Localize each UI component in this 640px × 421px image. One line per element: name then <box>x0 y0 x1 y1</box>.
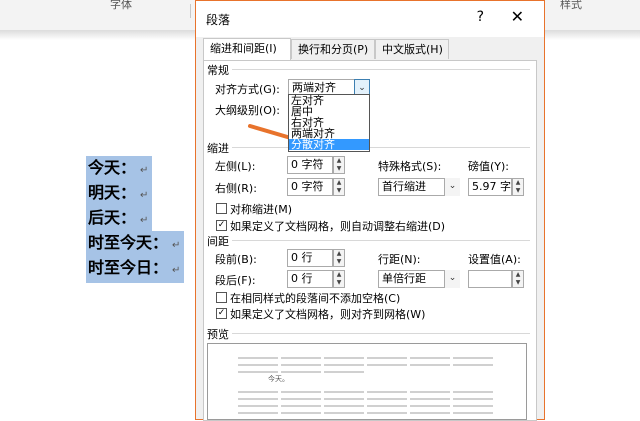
space-after-input[interactable]: 0 行 <box>287 270 333 288</box>
line-spacing-value: 单倍行距 <box>382 272 426 285</box>
space-before-spinner[interactable]: ▲ ▼ <box>333 249 345 267</box>
ribbon-separator <box>190 4 191 18</box>
document-line[interactable]: 时至今天： ↵ <box>86 231 185 258</box>
paragraph-preview: 今天。 <box>207 343 527 420</box>
document-line[interactable]: 后天： ↵ <box>86 206 184 233</box>
close-button[interactable]: ✕ <box>511 7 524 26</box>
right-indent-input[interactable]: 0 字符 <box>287 178 333 196</box>
dropdown-option-distributed[interactable]: 分散对齐 <box>289 139 369 150</box>
align-label: 对齐方式(G): <box>215 83 280 96</box>
preview-line <box>238 412 498 419</box>
document-line[interactable]: 时至今日： ↵ <box>86 256 185 283</box>
section-divider <box>232 240 530 241</box>
section-indent-heading: 缩进 <box>207 142 229 155</box>
preview-line <box>238 350 498 359</box>
auto-adjust-indent-checkbox[interactable]: ✓ <box>216 220 227 231</box>
preview-line <box>238 405 498 414</box>
ribbon-group-styles: 样式 <box>560 0 582 11</box>
alignment-dropdown-list: 左对齐 居中 右对齐 两端对齐 分散对齐 <box>288 94 370 152</box>
dialog-title: 段落 <box>206 13 231 27</box>
paragraph-mark: ↵ <box>172 240 181 251</box>
tab-asian-typography[interactable]: 中文版式(H) <box>375 39 449 59</box>
help-button[interactable]: ? <box>477 9 484 25</box>
spacing-at-label: 设置值(A): <box>468 253 521 266</box>
no-space-same-style-label: 在相同样式的段落间不添加空格(C) <box>230 292 401 305</box>
section-general-heading: 常规 <box>207 64 229 77</box>
line-spacing-label: 行距(N): <box>378 253 421 266</box>
measure-spinner[interactable]: ▲ ▼ <box>512 178 524 196</box>
chevron-down-icon[interactable]: ⌄ <box>444 178 460 196</box>
section-divider <box>232 69 530 70</box>
spacing-at-input[interactable] <box>468 270 512 288</box>
paragraph-mark: ↵ <box>172 265 181 276</box>
preview-sample-text: 今天。 <box>268 375 289 383</box>
section-preview-heading: 预览 <box>207 328 229 341</box>
preview-line <box>238 357 498 366</box>
preview-line <box>238 398 498 407</box>
alignment-select-value: 两端对齐 <box>292 81 336 94</box>
right-indent-spinner[interactable]: ▲ ▼ <box>333 178 345 196</box>
section-spacing-heading: 间距 <box>207 235 229 248</box>
special-format-label: 特殊格式(S): <box>378 160 442 173</box>
preview-line <box>238 391 498 400</box>
special-format-value: 首行缩进 <box>382 180 426 193</box>
preview-line <box>238 364 498 373</box>
spacing-at-spinner[interactable]: ▲ ▼ <box>512 270 524 288</box>
mirror-indents-checkbox[interactable] <box>216 203 227 214</box>
dialog-titlebar[interactable]: 段落 ? ✕ <box>196 1 544 37</box>
document-line[interactable]: 今天： ↵ <box>86 156 184 183</box>
outline-level-label: 大纲级别(O): <box>215 104 280 117</box>
space-before-input[interactable]: 0 行 <box>287 249 333 267</box>
left-indent-spinner[interactable]: ▲ ▼ <box>333 156 345 174</box>
ribbon-group-font: 字体 <box>110 0 132 11</box>
section-divider <box>232 333 530 334</box>
snap-to-grid-checkbox[interactable]: ✓ <box>216 308 227 319</box>
no-space-same-style-checkbox[interactable] <box>216 292 227 303</box>
section-divider <box>232 147 530 148</box>
preview-line <box>238 384 498 393</box>
measure-input[interactable]: 5.97 字 <box>468 178 512 196</box>
measure-label: 磅值(Y): <box>468 160 510 173</box>
paragraph-mark: ↵ <box>140 215 149 226</box>
left-indent-label: 左侧(L): <box>215 160 256 173</box>
space-after-spinner[interactable]: ▲ ▼ <box>333 270 345 288</box>
document-line[interactable]: 明天： ↵ <box>86 181 184 208</box>
right-indent-label: 右侧(R): <box>215 182 257 195</box>
paragraph-mark: ↵ <box>140 165 149 176</box>
snap-to-grid-label: 如果定义了文档网格，则对齐到网格(W) <box>230 308 426 321</box>
document-body[interactable]: 今天： ↵ 明天： ↵ 后天： ↵ 时至今天： ↵ 时至今日： ↵ <box>86 156 185 283</box>
space-before-label: 段前(B): <box>215 253 257 266</box>
space-after-label: 段后(F): <box>215 274 256 287</box>
tab-line-page-breaks[interactable]: 换行和分页(P) <box>291 39 375 59</box>
auto-adjust-indent-label: 如果定义了文档网格，则自动调整右缩进(D) <box>230 220 446 233</box>
tab-indents-spacing[interactable]: 缩进和间距(I) <box>203 38 291 61</box>
paragraph-mark: ↵ <box>140 190 149 201</box>
mirror-indents-label: 对称缩进(M) <box>230 203 293 216</box>
left-indent-input[interactable]: 0 字符 <box>287 156 333 174</box>
chevron-down-icon[interactable]: ⌄ <box>444 270 460 288</box>
